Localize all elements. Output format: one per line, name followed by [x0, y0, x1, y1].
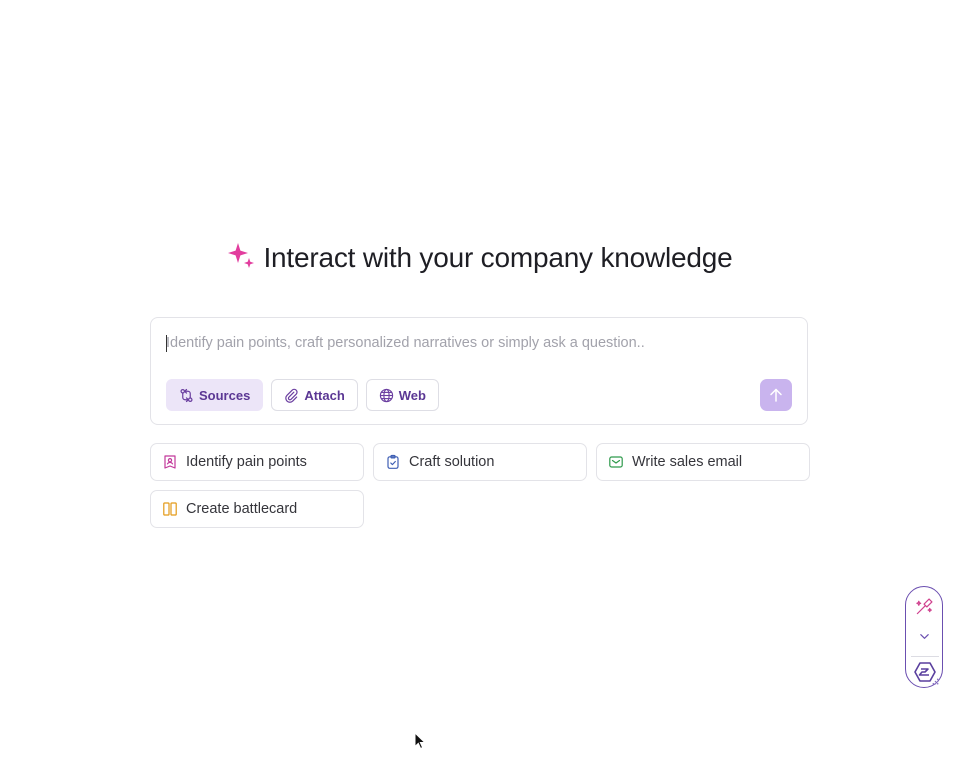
sources-label: Sources [199, 387, 251, 403]
paperclip-icon [285, 388, 298, 403]
arrow-up-icon [770, 388, 782, 402]
suggestion-label: Craft solution [409, 454, 495, 470]
page: Interact with your company knowledge Sou… [0, 0, 960, 776]
sparkle-icon [228, 243, 255, 268]
badge-icon [164, 455, 176, 469]
suggestion-label: Write sales email [632, 454, 743, 470]
resize-grip-icon[interactable] [932, 678, 939, 685]
send-button[interactable] [760, 379, 792, 411]
git-compare-icon [180, 388, 193, 402]
hero-heading: Interact with your company knowledge [0, 242, 960, 274]
sources-button[interactable]: Sources [166, 379, 264, 411]
chevron-down-icon[interactable] [919, 631, 930, 642]
suggestion-label: Create battlecard [186, 501, 298, 517]
web-label: Web [398, 387, 426, 403]
magic-wand-icon[interactable] [915, 597, 934, 616]
attach-label: Attach [304, 387, 345, 403]
suggestion-create-battlecard[interactable]: Create battlecard [150, 490, 364, 528]
assistant-widget [905, 586, 943, 688]
widget-divider [911, 656, 939, 657]
clipboard-check-icon [387, 454, 399, 469]
prompt-composer: Sources Attach Web [150, 317, 808, 425]
globe-icon [379, 388, 393, 402]
mouse-pointer-icon [414, 732, 426, 750]
page-title: Interact with your company knowledge [263, 242, 733, 273]
suggestion-write-sales-email[interactable]: Write sales email [596, 443, 810, 481]
web-button[interactable]: Web [365, 379, 439, 411]
text-caret [166, 335, 167, 352]
suggestion-grid: Identify pain points Craft solution Writ… [150, 443, 810, 528]
prompt-input[interactable] [166, 332, 786, 354]
suggestion-label: Identify pain points [186, 454, 307, 470]
suggestion-craft-solution[interactable]: Craft solution [373, 443, 587, 481]
composer-toolbar: Sources Attach Web [166, 379, 439, 411]
mail-icon [609, 456, 623, 468]
columns-icon [163, 502, 177, 516]
attach-button[interactable]: Attach [271, 379, 358, 411]
suggestion-identify-pain-points[interactable]: Identify pain points [150, 443, 364, 481]
